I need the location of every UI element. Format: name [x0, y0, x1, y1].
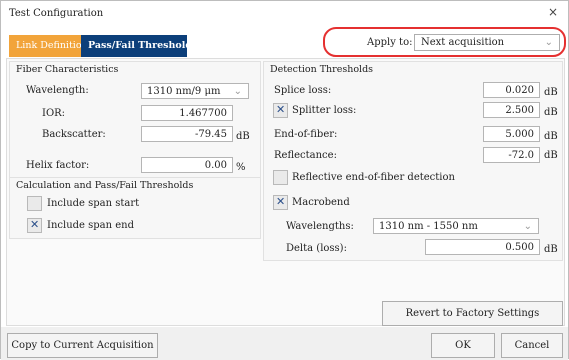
- wavelength-value: 1310 nm/9 μm: [147, 86, 221, 97]
- splice-loss-unit: dB: [544, 87, 558, 98]
- fiber-characteristics-group: Fiber Characteristics Wavelength: 1310 n…: [9, 61, 261, 183]
- helix-factor-label: Helix factor:: [26, 160, 90, 171]
- tab-link-definition[interactable]: Link Definition: [9, 35, 88, 57]
- wavelengths-select[interactable]: 1310 nm - 1550 nm ⌄: [373, 218, 539, 234]
- end-of-fiber-input[interactable]: 5.000: [483, 126, 540, 142]
- delta-loss-unit: dB: [544, 244, 558, 255]
- window-title: Test Configuration: [9, 8, 104, 19]
- test-configuration-dialog: Test Configuration × Link Definition Pas…: [0, 0, 569, 360]
- end-of-fiber-label: End-of-fiber:: [274, 129, 338, 140]
- helix-factor-input[interactable]: 0.00: [141, 157, 233, 173]
- splitter-loss-label: Splitter loss:: [292, 105, 357, 116]
- include-span-start-label: Include span start: [47, 198, 140, 209]
- include-span-start-checkbox[interactable]: [27, 196, 42, 211]
- apply-to-label: Apply to:: [367, 37, 413, 48]
- reflectance-label: Reflectance:: [274, 150, 337, 161]
- ior-label: IOR:: [42, 108, 66, 119]
- calculation-group: Calculation and Pass/Fail Thresholds Inc…: [9, 177, 261, 239]
- ok-button[interactable]: OK: [431, 333, 495, 358]
- dialog-footer: Copy to Current Acquisition OK Cancel: [1, 327, 568, 360]
- reflective-eof-checkbox[interactable]: [273, 170, 288, 185]
- helix-factor-unit: %: [236, 162, 246, 173]
- end-of-fiber-unit: dB: [544, 131, 558, 142]
- reflectance-unit: dB: [544, 150, 558, 161]
- reflectance-input[interactable]: -72.0: [483, 147, 540, 163]
- splice-loss-label: Splice loss:: [274, 85, 332, 96]
- backscatter-unit: dB: [236, 131, 250, 142]
- include-span-end-label: Include span end: [47, 220, 135, 231]
- macrobend-checkbox[interactable]: [273, 195, 288, 210]
- delta-loss-input[interactable]: 0.500: [425, 239, 540, 255]
- wavelengths-label: Wavelengths:: [286, 221, 354, 232]
- revert-factory-settings-button[interactable]: Revert to Factory Settings: [382, 301, 563, 326]
- apply-to-value: Next acquisition: [421, 37, 505, 48]
- chevron-down-icon: ⌄: [233, 86, 242, 97]
- group-title: Detection Thresholds: [270, 64, 374, 75]
- splitter-loss-unit: dB: [544, 107, 558, 118]
- chevron-down-icon: ⌄: [544, 37, 553, 48]
- delta-loss-label: Delta (loss):: [286, 243, 347, 254]
- backscatter-input[interactable]: -79.45: [141, 126, 233, 142]
- title-bar: Test Configuration ×: [1, 1, 568, 27]
- splitter-loss-input[interactable]: 2.500: [483, 102, 540, 118]
- close-icon[interactable]: ×: [548, 5, 558, 19]
- settings-panel: Fiber Characteristics Wavelength: 1310 n…: [6, 58, 565, 326]
- apply-to-select[interactable]: Next acquisition ⌄: [414, 34, 560, 51]
- wavelength-label: Wavelength:: [26, 85, 89, 96]
- wavelength-select[interactable]: 1310 nm/9 μm ⌄: [141, 83, 249, 99]
- splitter-loss-checkbox[interactable]: [273, 103, 288, 118]
- tab-pass-fail-thresholds[interactable]: Pass/Fail Thresholds: [81, 35, 197, 57]
- chevron-down-icon: ⌄: [523, 221, 532, 232]
- cancel-button[interactable]: Cancel: [501, 333, 563, 358]
- reflective-eof-label: Reflective end-of-fiber detection: [292, 172, 455, 183]
- ior-input[interactable]: 1.467700: [141, 105, 233, 121]
- wavelengths-value: 1310 nm - 1550 nm: [379, 221, 478, 232]
- splice-loss-input[interactable]: 0.020: [483, 82, 540, 98]
- backscatter-label: Backscatter:: [42, 129, 106, 140]
- detection-thresholds-group: Detection Thresholds Splice loss: 0.020 …: [263, 61, 563, 261]
- copy-to-current-acquisition-button[interactable]: Copy to Current Acquisition: [7, 333, 158, 358]
- group-title: Calculation and Pass/Fail Thresholds: [16, 180, 194, 191]
- macrobend-label: Macrobend: [292, 197, 350, 208]
- include-span-end-checkbox[interactable]: [27, 218, 42, 233]
- group-title: Fiber Characteristics: [16, 64, 119, 75]
